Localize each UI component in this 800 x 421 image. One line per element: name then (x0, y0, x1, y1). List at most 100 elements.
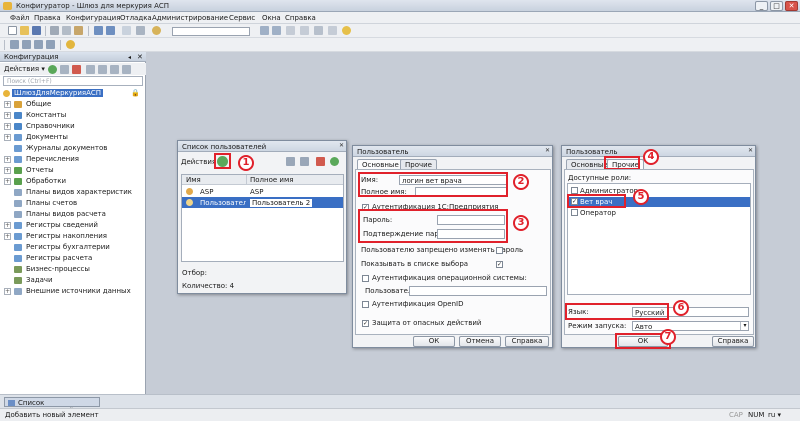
delete-user-icon[interactable] (316, 157, 325, 166)
filter-icon[interactable] (122, 65, 131, 74)
tree-item[interactable]: + Документы (0, 132, 146, 143)
sort-icon[interactable] (110, 65, 119, 74)
protect-checkbox[interactable]: ✓ (362, 320, 369, 327)
chevron-down-icon[interactable]: ▾ (740, 322, 749, 330)
search-icon[interactable] (152, 26, 161, 35)
column-header-fullname[interactable]: Полное имя (250, 176, 293, 184)
menu-administration[interactable]: Администрирование (152, 14, 228, 22)
info-icon[interactable] (342, 26, 351, 35)
goto-icon[interactable] (314, 26, 323, 35)
add-icon[interactable] (48, 65, 57, 74)
tree-item[interactable]: Журналы документов (0, 143, 146, 154)
tree-item[interactable]: Регистры расчета (0, 253, 146, 264)
ok-button[interactable]: ОК (413, 336, 455, 347)
edit-icon[interactable] (60, 65, 69, 74)
tree-item[interactable]: + Константы (0, 110, 146, 121)
save-icon[interactable] (32, 26, 41, 35)
table-row-selected[interactable]: Пользователь 2 Пользователь 2 (182, 197, 343, 208)
menu-debug[interactable]: Отладка (120, 14, 152, 22)
launch-mode-select[interactable]: Авто ▾ (632, 321, 749, 331)
maximize-button[interactable]: □ (770, 1, 783, 11)
help-button[interactable]: Справка (712, 336, 754, 347)
toolbar-search-input[interactable] (172, 27, 250, 36)
edit-user-icon[interactable] (300, 157, 309, 166)
cancel-button[interactable]: Отмена (459, 336, 501, 347)
open-icon[interactable] (20, 26, 29, 35)
tree-item[interactable]: + Перечисления (0, 154, 146, 165)
list-icon[interactable] (300, 26, 309, 35)
menu-windows[interactable]: Окна (262, 14, 281, 22)
minimize-button[interactable]: _ (755, 1, 768, 11)
expand-icon[interactable]: + (4, 156, 11, 163)
panel-close-icon[interactable]: ✕ (137, 53, 143, 61)
expand-icon[interactable]: + (4, 288, 11, 295)
tree-item[interactable]: Задачи (0, 275, 146, 286)
table-row[interactable]: ASP ASP (182, 186, 343, 197)
bookmark-icon[interactable] (286, 26, 295, 35)
tree-item[interactable]: + Общие (0, 99, 146, 110)
menu-edit[interactable]: Правка (34, 14, 61, 22)
refresh-icon[interactable] (330, 157, 339, 166)
users-list-close-icon[interactable]: ✕ (338, 143, 345, 150)
expand-icon[interactable]: + (4, 167, 11, 174)
compare-icon[interactable] (22, 40, 31, 49)
tree-item[interactable]: + Справочники (0, 121, 146, 132)
expand-icon[interactable]: + (4, 101, 11, 108)
user-dialog-main-close-icon[interactable]: ✕ (544, 148, 551, 155)
role-checkbox[interactable] (571, 209, 578, 216)
tree-item[interactable]: + Отчеты (0, 165, 146, 176)
storage-icon[interactable] (46, 40, 55, 49)
copy-user-icon[interactable] (286, 157, 295, 166)
tree-root[interactable]: ШлюзДляМеркурияАСП 🔒 (0, 88, 146, 99)
tree-item[interactable]: + Регистры сведений (0, 220, 146, 231)
expand-icon[interactable]: + (4, 112, 11, 119)
menu-service[interactable]: Сервис (229, 14, 255, 22)
os-user-input[interactable] (409, 286, 547, 296)
undo-icon[interactable] (94, 26, 103, 35)
menu-file[interactable]: Файл (10, 14, 29, 22)
role-checkbox[interactable] (571, 187, 578, 194)
delete-icon[interactable] (72, 65, 81, 74)
move-down-icon[interactable] (98, 65, 107, 74)
os-auth-checkbox[interactable] (362, 275, 369, 282)
paste-icon[interactable] (74, 26, 83, 35)
tree-item[interactable]: Бизнес-процессы (0, 264, 146, 275)
config-icon[interactable] (10, 40, 19, 49)
find-icon[interactable] (122, 26, 131, 35)
redo-icon[interactable] (106, 26, 115, 35)
column-header-name[interactable]: Имя (186, 176, 201, 184)
tree-item[interactable]: + Внешние источники данных (0, 286, 146, 297)
expand-icon[interactable]: + (4, 134, 11, 141)
expand-icon[interactable]: + (4, 222, 11, 229)
move-up-icon[interactable] (86, 65, 95, 74)
configuration-search-input[interactable]: Поиск (Ctrl+F) (3, 76, 143, 86)
tab-main[interactable]: Основные (357, 159, 404, 169)
find-prev-icon[interactable] (272, 26, 281, 35)
user-dialog-other-close-icon[interactable]: ✕ (747, 148, 754, 155)
actions-menu[interactable]: Действия ▾ (4, 65, 45, 73)
update-icon[interactable] (34, 40, 43, 49)
window-tab-users-list[interactable]: Список пользователей (4, 397, 100, 415)
status-language[interactable]: ru ▾ (768, 411, 781, 419)
expand-icon[interactable]: + (4, 123, 11, 130)
tree-item[interactable]: Планы счетов (0, 198, 146, 209)
replace-icon[interactable] (136, 26, 145, 35)
copy-icon[interactable] (62, 26, 71, 35)
expand-icon[interactable]: + (4, 233, 11, 240)
tree-item[interactable]: Планы видов характеристик (0, 187, 146, 198)
tab-other[interactable]: Прочие (400, 159, 437, 169)
tree-item[interactable]: Регистры бухгалтерии (0, 242, 146, 253)
tree-item[interactable]: + Регистры накопления (0, 231, 146, 242)
debug-run-icon[interactable] (66, 40, 75, 49)
openid-checkbox[interactable] (362, 301, 369, 308)
tree-item[interactable]: + Обработки (0, 176, 146, 187)
help-button[interactable]: Справка (505, 336, 549, 347)
close-button[interactable]: ✕ (785, 1, 798, 11)
pin-icon[interactable]: ◂ (128, 54, 131, 61)
cut-icon[interactable] (50, 26, 59, 35)
menu-configuration[interactable]: Конфигурация (66, 14, 120, 22)
new-icon[interactable] (8, 26, 17, 35)
deny-change-password-checkbox[interactable] (496, 247, 503, 254)
show-in-list-checkbox[interactable]: ✓ (496, 261, 503, 268)
expand-icon[interactable]: + (4, 178, 11, 185)
